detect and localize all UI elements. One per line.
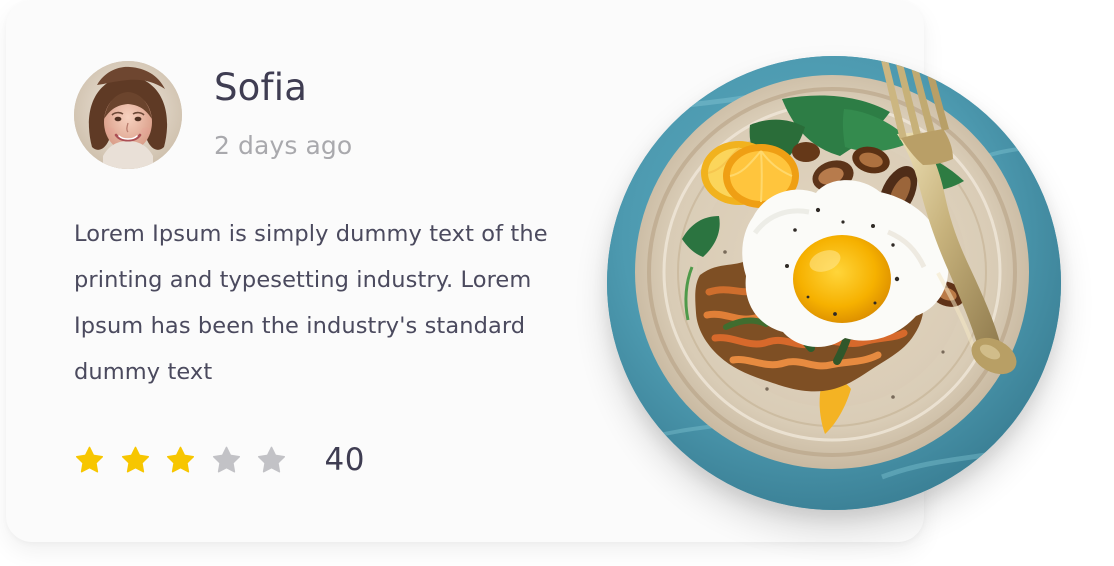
star-icon[interactable] xyxy=(120,445,151,476)
star-icon[interactable] xyxy=(256,445,287,476)
avatar xyxy=(74,61,182,169)
star-icon[interactable] xyxy=(211,445,242,476)
food-image xyxy=(607,56,1061,510)
review-text: Lorem Ipsum is simply dummy text of the … xyxy=(74,221,548,385)
star-icon[interactable] xyxy=(74,445,105,476)
avatar-image xyxy=(74,61,182,169)
food-illustration xyxy=(607,56,1061,510)
star-rating[interactable]: 40 xyxy=(74,441,365,479)
rating-count: 40 xyxy=(324,442,365,478)
star-icon[interactable] xyxy=(165,445,196,476)
page: Sofia 2 days ago Lorem Ipsum is simply d… xyxy=(0,0,1114,566)
user-name: Sofia xyxy=(214,66,308,109)
posted-time: 2 days ago xyxy=(214,131,353,160)
